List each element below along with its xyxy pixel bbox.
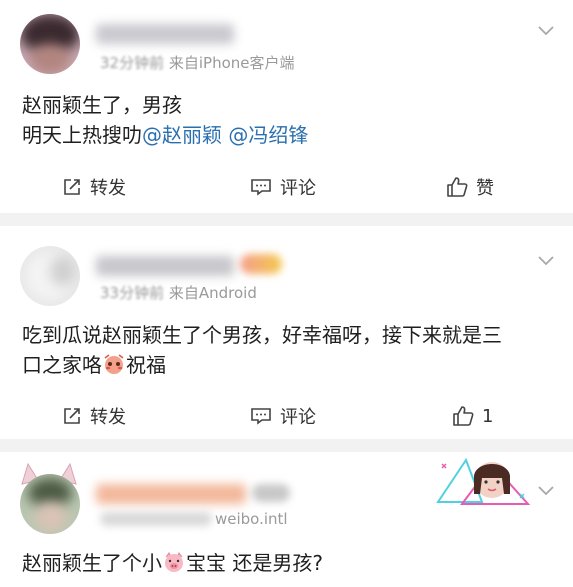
avatar[interactable]: [20, 14, 80, 74]
post-meta: 32分钟前 来自iPhone客户端: [100, 52, 295, 73]
like-button[interactable]: 赞: [446, 165, 494, 209]
chevron-down-icon[interactable]: [537, 254, 555, 268]
post-time: 33分钟前: [100, 284, 165, 302]
post-time: 32分钟前: [100, 54, 165, 72]
chevron-down-icon[interactable]: [537, 484, 555, 498]
post-source: weibo.intl: [215, 510, 288, 528]
pig-emoji-icon: [165, 552, 183, 572]
username[interactable]: [96, 256, 234, 276]
username[interactable]: [96, 24, 234, 44]
card-decoration-icon: [432, 454, 532, 510]
mention-link[interactable]: @冯绍锋: [228, 123, 308, 147]
post-meta: weibo.intl: [215, 510, 288, 528]
divider: [0, 213, 573, 226]
repost-label: 转发: [90, 407, 126, 428]
post-time: [100, 512, 212, 526]
post-source: 来自iPhone客户端: [168, 54, 295, 72]
post-line: 明天上热搜叻: [22, 123, 142, 147]
repost-button[interactable]: 转发: [62, 394, 126, 438]
post-text: 赵丽颖生了，男孩 明天上热搜叻@赵丽颖 @冯绍锋: [22, 90, 308, 150]
comment-icon: [251, 408, 271, 425]
avatar[interactable]: [20, 246, 80, 306]
comment-label: 评论: [280, 407, 316, 428]
post-line: 赵丽颖生了个小: [22, 551, 162, 575]
post-card: 33分钟前 来自Android 吃到瓜说赵丽颖生了个男孩，好幸福呀，接下来就是三…: [0, 226, 573, 439]
username[interactable]: [96, 484, 246, 504]
repost-icon: [64, 408, 80, 424]
post-line: 吃到瓜说赵丽颖生了个男孩，好幸福呀，接下来就是三: [22, 323, 502, 347]
repost-button[interactable]: 转发: [62, 165, 126, 209]
like-count: 1: [482, 405, 494, 427]
post-line-suffix: 宝宝 还是男孩?: [186, 551, 323, 575]
avatar[interactable]: [20, 474, 80, 534]
blushing-emoji-icon: [104, 354, 124, 374]
divider: [0, 439, 573, 452]
comment-button[interactable]: 评论: [250, 394, 316, 438]
repost-icon: [64, 179, 80, 195]
like-icon: [447, 177, 468, 197]
post-line: 赵丽颖生了，男孩: [22, 93, 182, 117]
post-text: 赵丽颖生了个小 宝宝 还是男孩?: [22, 548, 323, 578]
chevron-down-icon[interactable]: [537, 24, 555, 38]
post-card: weibo.intl 赵丽颖生了个小 宝宝 还是男孩?: [0, 452, 573, 587]
repost-label: 转发: [90, 178, 126, 199]
post-line-suffix: 祝福: [126, 353, 166, 377]
like-button[interactable]: 1: [452, 394, 493, 438]
comment-label: 评论: [280, 178, 316, 199]
like-icon: [453, 406, 474, 426]
comment-icon: [251, 179, 271, 196]
action-bar: 转发 评论 1: [0, 394, 573, 438]
post-card: 32分钟前 来自iPhone客户端 赵丽颖生了，男孩 明天上热搜叻@赵丽颖 @冯…: [0, 0, 573, 213]
post-meta: 33分钟前 来自Android: [100, 282, 257, 303]
post-source: 来自Android: [168, 284, 257, 302]
badge-icon: [252, 484, 290, 502]
badge-icon: [240, 254, 282, 274]
like-label: 赞: [476, 178, 494, 199]
mention-link[interactable]: @赵丽颖: [142, 123, 222, 147]
post-line: 口之家咯: [22, 353, 102, 377]
post-text: 吃到瓜说赵丽颖生了个男孩，好幸福呀，接下来就是三 口之家咯 祝福: [22, 320, 502, 380]
comment-button[interactable]: 评论: [250, 165, 316, 209]
action-bar: 转发 评论 赞: [0, 165, 573, 209]
